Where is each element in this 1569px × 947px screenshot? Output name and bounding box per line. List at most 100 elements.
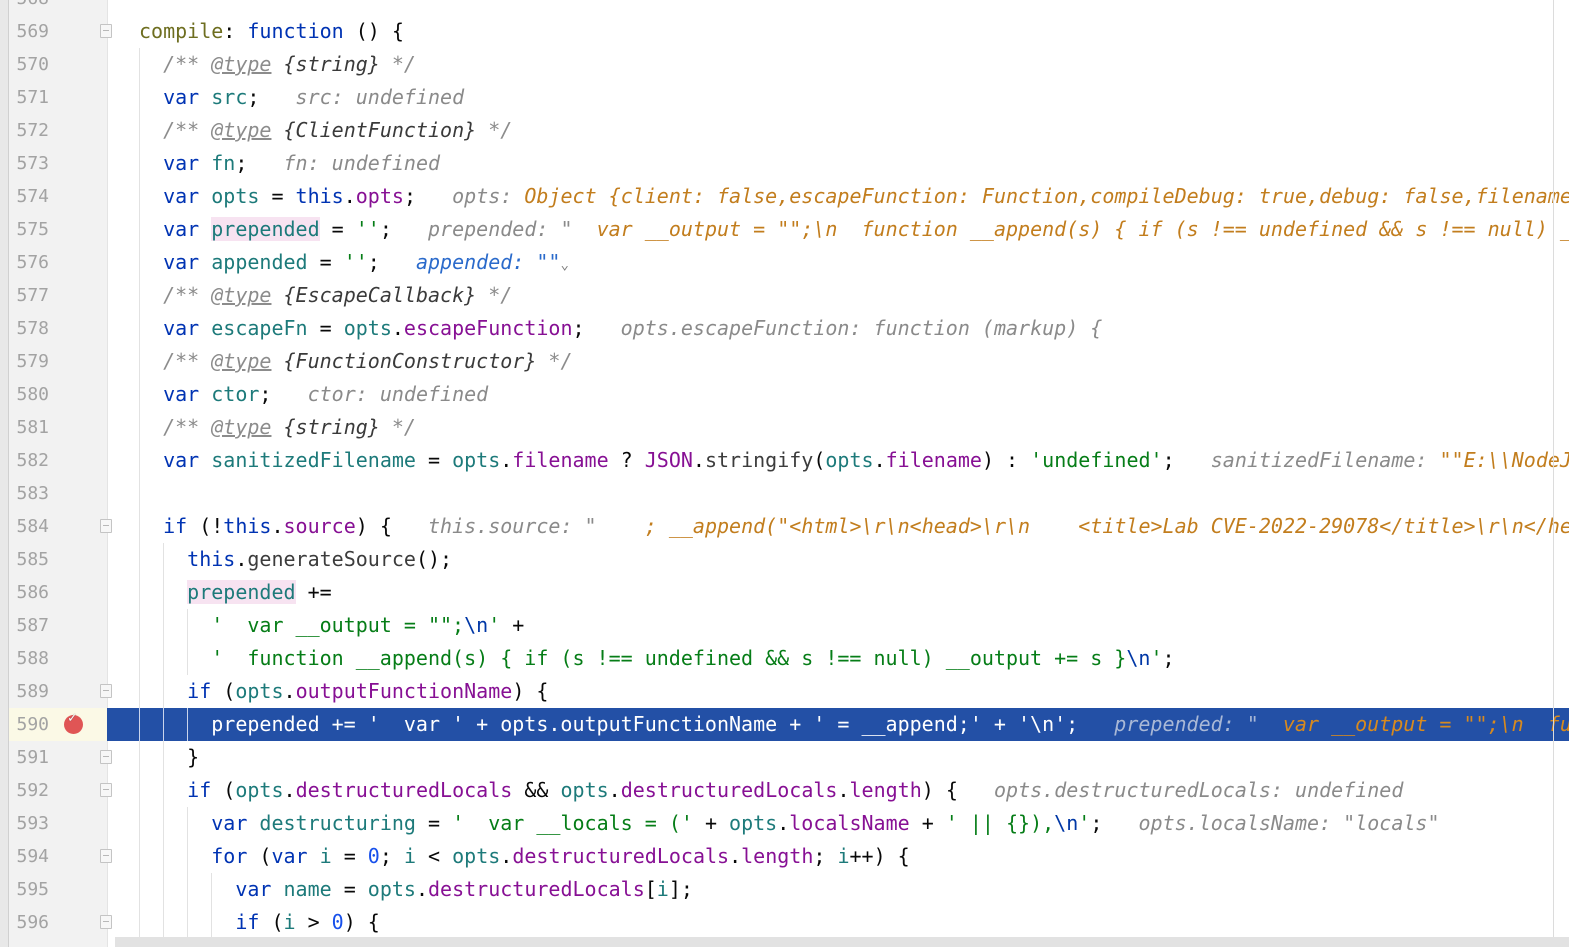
line-number[interactable]: 593 (9, 807, 49, 840)
line-number[interactable]: 569 (9, 15, 49, 48)
line-number[interactable]: 574 (9, 180, 49, 213)
code-line[interactable]: this.generateSource(); (107, 543, 1569, 576)
line-number[interactable]: 592 (9, 774, 49, 807)
gutter-line[interactable]: 579 (9, 345, 107, 378)
gutter-line[interactable]: 574 (9, 180, 107, 213)
line-number[interactable]: 588 (9, 642, 49, 675)
execution-point-line[interactable]: prepended += ' var ' + opts.outputFuncti… (107, 708, 1569, 741)
gutter-line[interactable]: 592 (9, 774, 112, 807)
code-line[interactable]: } (107, 741, 1569, 774)
line-number[interactable]: 585 (9, 543, 49, 576)
inline-debug-hint[interactable]: sanitizedFilename: (1175, 448, 1440, 472)
inline-debug-hint[interactable]: opts.localsName: "locals" (1102, 811, 1439, 835)
gutter-line[interactable]: 569 (9, 15, 112, 48)
inline-debug-hint[interactable]: opts.destructuredLocals: undefined (958, 778, 1403, 802)
code-line[interactable]: if (!this.source) { this.source: " ; __a… (107, 510, 1569, 543)
line-number[interactable]: 572 (9, 114, 49, 147)
line-number[interactable]: 594 (9, 840, 49, 873)
code-line[interactable]: var destructuring = ' var __locals = (' … (107, 807, 1569, 840)
code-line[interactable]: /** @type {string} */ (107, 48, 1569, 81)
code-line[interactable]: var ctor; ctor: undefined (107, 378, 1569, 411)
inline-debug-hint[interactable]: src: undefined (259, 85, 465, 109)
inline-debug-hint[interactable]: opts.escapeFunction: function (markup) { (585, 316, 1103, 340)
line-number[interactable]: 589 (9, 675, 49, 708)
gutter-line[interactable]: 585 (9, 543, 107, 576)
gutter-line[interactable]: 587 (9, 609, 107, 642)
code-line[interactable]: if (opts.destructuredLocals && opts.dest… (107, 774, 1569, 807)
code-line[interactable]: var appended = ''; appended: ""⌄ (107, 246, 1569, 279)
line-number[interactable]: 582 (9, 444, 49, 477)
breakpoint-icon[interactable]: ✓ (64, 710, 83, 734)
code-line[interactable]: var sanitizedFilename = opts.filename ? … (107, 444, 1569, 477)
code-line[interactable]: var prepended = ''; prepended: " var __o… (107, 213, 1569, 246)
code-line[interactable]: if (i > 0) { (107, 906, 1569, 939)
gutter-line[interactable]: 578 (9, 312, 107, 345)
code-line[interactable] (107, 0, 1569, 15)
line-number[interactable]: 575 (9, 213, 49, 246)
line-number[interactable]: 581 (9, 411, 49, 444)
expand-chevron-icon[interactable]: ⌄ (560, 257, 568, 273)
inline-debug-hint[interactable]: prepended: " (1078, 712, 1283, 736)
gutter-line[interactable]: 589 (9, 675, 112, 708)
code-line[interactable]: var fn; fn: undefined (107, 147, 1569, 180)
code-line[interactable] (107, 477, 1569, 510)
code-line[interactable]: /** @type {string} */ (107, 411, 1569, 444)
line-number[interactable]: 568 (9, 0, 49, 15)
inline-debug-hint[interactable]: this.source: " (392, 514, 645, 538)
gutter-line[interactable]: 588 (9, 642, 107, 675)
line-number[interactable]: 584 (9, 510, 49, 543)
line-number[interactable]: 570 (9, 48, 49, 81)
gutter-line[interactable]: 596 (9, 906, 112, 939)
code-line[interactable]: /** @type {ClientFunction} */ (107, 114, 1569, 147)
line-number[interactable]: 579 (9, 345, 49, 378)
inline-debug-value[interactable]: var __output = "";\n function (1283, 712, 1569, 736)
code-line[interactable]: if (opts.outputFunctionName) { (107, 675, 1569, 708)
code-line[interactable]: var src; src: undefined (107, 81, 1569, 114)
code-line[interactable]: for (var i = 0; i < opts.destructuredLoc… (107, 840, 1569, 873)
gutter-line[interactable]: 575 (9, 213, 107, 246)
inline-debug-value[interactable]: Object {client: false,escapeFunction: Fu… (524, 184, 1569, 208)
code-line[interactable]: var name = opts.destructuredLocals[i]; (107, 873, 1569, 906)
inline-debug-hint-changed[interactable]: appended: "" (380, 250, 561, 274)
inline-debug-hint[interactable]: prepended: " (392, 217, 597, 241)
gutter-line[interactable]: 572 (9, 114, 107, 147)
line-number[interactable]: 595 (9, 873, 49, 906)
line-number[interactable]: 590 (9, 708, 49, 741)
line-number[interactable]: 571 (9, 81, 49, 114)
gutter-line[interactable]: 571 (9, 81, 107, 114)
inline-debug-hint[interactable]: opts: (416, 184, 524, 208)
line-number[interactable]: 596 (9, 906, 49, 939)
inline-debug-hint[interactable]: ctor: undefined (271, 382, 489, 406)
gutter-line[interactable]: 580 (9, 378, 107, 411)
gutter-line[interactable]: 570 (9, 48, 107, 81)
line-number[interactable]: 578 (9, 312, 49, 345)
gutter-line[interactable]: 583 (9, 477, 107, 510)
gutter-line[interactable]: 573 (9, 147, 107, 180)
line-number[interactable]: 576 (9, 246, 49, 279)
gutter-line[interactable]: 568 (9, 0, 107, 15)
gutter-line[interactable]: 577 (9, 279, 107, 312)
line-number[interactable]: 587 (9, 609, 49, 642)
gutter-line[interactable]: 584 (9, 510, 112, 543)
gutter-line[interactable]: 576 (9, 246, 107, 279)
line-number[interactable]: 591 (9, 741, 49, 774)
gutter-line[interactable]: 593 (9, 807, 107, 840)
gutter-line[interactable]: 591 (9, 741, 112, 774)
gutter-line[interactable]: 586 (9, 576, 107, 609)
inline-debug-value[interactable]: ; __append("<html>\r\n<head>\r\n <title>… (645, 514, 1569, 538)
code-line[interactable]: /** @type {FunctionConstructor} */ (107, 345, 1569, 378)
line-number[interactable]: 577 (9, 279, 49, 312)
horizontal-scrollbar[interactable] (115, 937, 1569, 947)
gutter-line[interactable]: 581 (9, 411, 107, 444)
gutter-line[interactable]: 595 (9, 873, 107, 906)
code-line[interactable]: compile: function () { (107, 15, 1569, 48)
inline-debug-value[interactable]: ""E:\\NodeJs (1440, 448, 1569, 472)
code-line[interactable]: /** @type {EscapeCallback} */ (107, 279, 1569, 312)
code-line[interactable]: ' var __output = "";\n' + (107, 609, 1569, 642)
gutter-line[interactable]: 594 (9, 840, 112, 873)
line-number[interactable]: 586 (9, 576, 49, 609)
line-number[interactable]: 580 (9, 378, 49, 411)
code-editor[interactable]: compile: function () {/** @type {string}… (107, 0, 1569, 947)
code-line[interactable]: prepended += (107, 576, 1569, 609)
code-line[interactable]: ' function __append(s) { if (s !== undef… (107, 642, 1569, 675)
